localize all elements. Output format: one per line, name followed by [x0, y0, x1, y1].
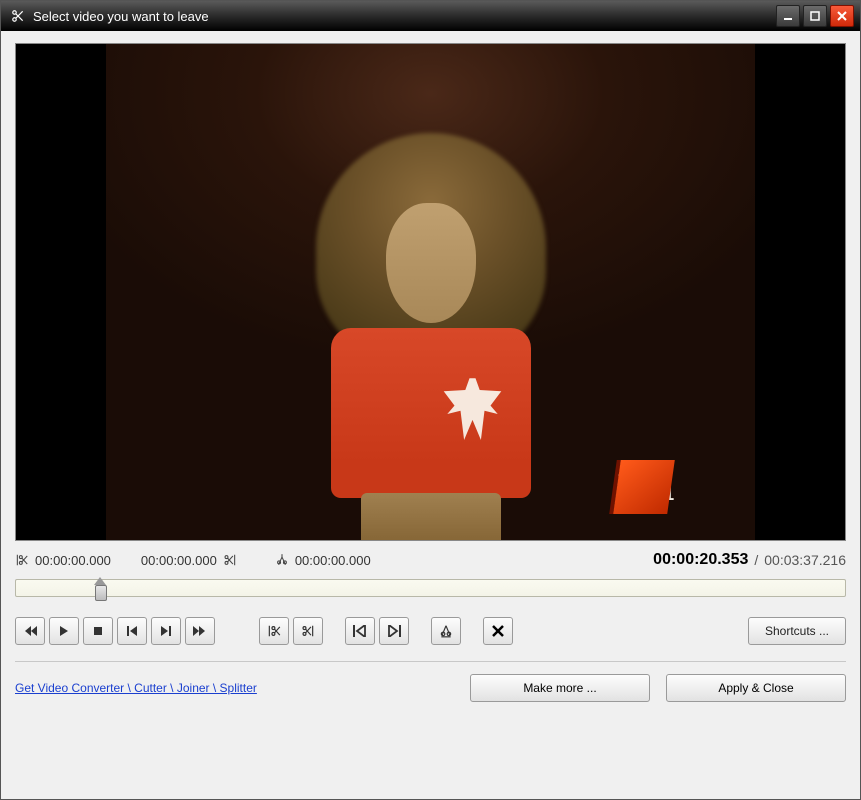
- duration-separator: /: [754, 552, 758, 568]
- maximize-button[interactable]: [803, 5, 827, 27]
- transport-controls: Shortcuts ...: [15, 617, 846, 645]
- channel-watermark: Vh1: [617, 456, 737, 518]
- mark-in-time: 00:00:00.000: [35, 553, 111, 568]
- window-title: Select video you want to leave: [33, 9, 768, 24]
- step-back-button[interactable]: [117, 617, 147, 645]
- split-button[interactable]: [431, 617, 461, 645]
- video-preview[interactable]: Vh1: [15, 43, 846, 541]
- pillarbox-right: [755, 44, 845, 540]
- apply-close-button[interactable]: Apply & Close: [666, 674, 846, 702]
- next-button[interactable]: [185, 617, 215, 645]
- app-window: Select video you want to leave: [0, 0, 861, 800]
- figure-silhouette: [301, 133, 561, 541]
- step-forward-button[interactable]: [151, 617, 181, 645]
- shortcuts-button[interactable]: Shortcuts ...: [748, 617, 846, 645]
- total-duration: 00:03:37.216: [764, 552, 846, 568]
- mark-out-end-icon: [223, 553, 237, 567]
- footer-row: Get Video Converter \ Cutter \ Joiner \ …: [15, 674, 846, 702]
- watermark-cube-icon: [613, 460, 675, 514]
- goto-mark-out-button[interactable]: [379, 617, 409, 645]
- mark-out-time: 00:00:00.000: [141, 553, 217, 568]
- set-mark-out-button[interactable]: [293, 617, 323, 645]
- split-time: 00:00:00.000: [295, 553, 371, 568]
- stop-button[interactable]: [83, 617, 113, 645]
- close-button[interactable]: [830, 5, 854, 27]
- separator: [15, 661, 846, 662]
- content-area: Vh1 00:00:00.000 00:00:00.000 00:00:00.0…: [1, 31, 860, 799]
- split-marker-icon: [275, 553, 289, 567]
- set-mark-in-button[interactable]: [259, 617, 289, 645]
- current-time: 00:00:20.353: [653, 551, 748, 569]
- seek-slider[interactable]: [15, 579, 846, 597]
- time-readout-row: 00:00:00.000 00:00:00.000 00:00:00.000 0…: [15, 549, 846, 571]
- seek-thumb[interactable]: [94, 577, 106, 599]
- pillarbox-left: [16, 44, 106, 540]
- prev-button[interactable]: [15, 617, 45, 645]
- titlebar[interactable]: Select video you want to leave: [1, 1, 860, 31]
- play-button[interactable]: [49, 617, 79, 645]
- delete-button[interactable]: [483, 617, 513, 645]
- make-more-button[interactable]: Make more ...: [470, 674, 650, 702]
- mark-in-start-icon: [15, 553, 29, 567]
- scissors-icon: [11, 9, 25, 23]
- video-frame: Vh1: [106, 44, 755, 540]
- minimize-button[interactable]: [776, 5, 800, 27]
- get-converter-link[interactable]: Get Video Converter \ Cutter \ Joiner \ …: [15, 681, 257, 695]
- goto-mark-in-button[interactable]: [345, 617, 375, 645]
